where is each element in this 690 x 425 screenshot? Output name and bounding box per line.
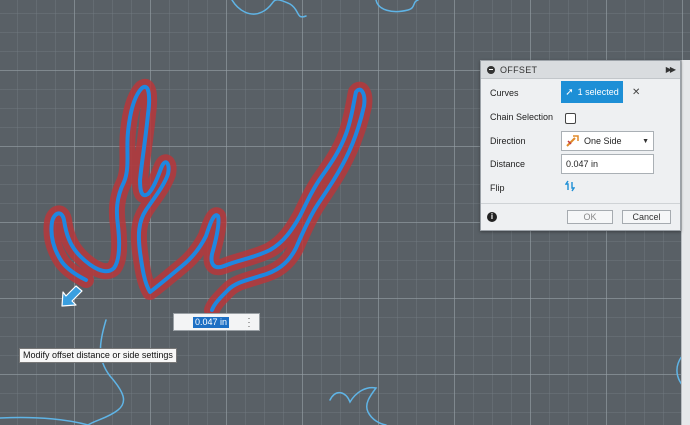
collapse-icon[interactable] (487, 65, 495, 74)
direction-icon (566, 135, 579, 147)
chain-selection-label: Chain Selection (490, 112, 554, 122)
direction-value: One Side (584, 136, 622, 146)
direction-select[interactable]: One Side ▼ (561, 131, 654, 151)
distance-value: 0.047 in (566, 159, 599, 169)
browser-edge-panel (681, 60, 690, 425)
drag-arrow-icon[interactable] (61, 285, 83, 307)
curves-label: Curves (490, 88, 519, 98)
direction-label: Direction (490, 136, 526, 146)
chevron-down-icon: ▼ (642, 137, 649, 145)
info-icon[interactable]: i (487, 212, 497, 222)
offset-dialog: OFFSET ▶▶ Curves ➚ 1 selected ✕ Chain Se… (480, 60, 681, 231)
flip-label: Flip (490, 183, 505, 193)
dialog-footer: i OK Cancel (481, 203, 680, 231)
dialog-title: OFFSET (500, 64, 538, 75)
clear-icon[interactable]: ✕ (632, 87, 640, 98)
cursor-icon: ➚ (565, 86, 574, 98)
curves-select-button[interactable]: ➚ 1 selected (561, 81, 623, 103)
curves-button-label: 1 selected (577, 87, 619, 97)
ok-button[interactable]: OK (567, 210, 613, 224)
chain-selection-checkbox[interactable] (565, 113, 576, 124)
distance-input[interactable]: 0.047 in (561, 154, 654, 174)
more-options-icon[interactable]: · · · (247, 314, 251, 331)
distance-label: Distance (490, 159, 526, 169)
tooltip: Modify offset distance or side settings (19, 348, 177, 363)
expand-icon[interactable]: ▶▶ (666, 65, 676, 74)
offset-preview-curve (43, 78, 373, 318)
dialog-header[interactable]: OFFSET ▶▶ (481, 61, 680, 79)
inline-distance-value[interactable]: 0.047 in (193, 317, 230, 328)
inline-distance-box[interactable]: 0.047 in · · · (173, 313, 260, 331)
cancel-button[interactable]: Cancel (622, 210, 671, 224)
flip-icon[interactable] (565, 180, 575, 192)
